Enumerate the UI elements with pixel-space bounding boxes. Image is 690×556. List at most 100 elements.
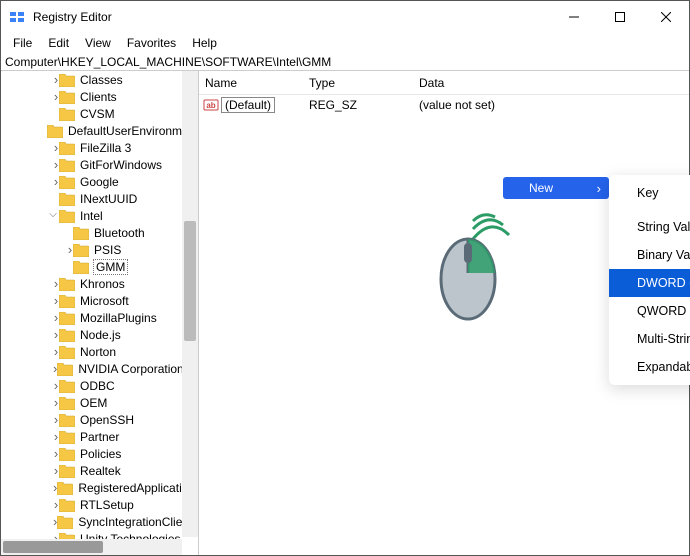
menu-item-expandstring-value[interactable]: Expandable String Value (609, 353, 690, 381)
tree-item[interactable]: RegisteredApplication (1, 479, 182, 496)
svg-text:ab: ab (206, 101, 215, 110)
column-header-name[interactable]: Name (199, 76, 303, 90)
chevron-right-icon[interactable] (47, 310, 59, 325)
address-bar[interactable]: Computer\HKEY_LOCAL_MACHINE\SOFTWARE\Int… (1, 53, 689, 71)
menu-item-binary-value[interactable]: Binary Value (609, 241, 690, 269)
close-button[interactable] (643, 1, 689, 33)
tree-item[interactable]: SyncIntegrationClient (1, 513, 182, 530)
tree-item-label: GMM (93, 259, 128, 275)
tree-item[interactable]: OpenSSH (1, 411, 182, 428)
chevron-right-icon[interactable] (47, 276, 59, 291)
menu-item-multistring-value[interactable]: Multi-String Value (609, 325, 690, 353)
tree-item[interactable]: PSIS (1, 241, 182, 258)
chevron-right-icon[interactable] (61, 242, 73, 257)
menu-file[interactable]: File (5, 34, 40, 52)
scrollbar-thumb[interactable] (3, 541, 103, 553)
window-title: Registry Editor (33, 10, 112, 24)
tree-item[interactable]: Bluetooth (1, 224, 182, 241)
value-row[interactable]: ab (Default) REG_SZ (value not set) (199, 95, 689, 115)
tree-item[interactable]: NVIDIA Corporation (1, 360, 182, 377)
column-header-type[interactable]: Type (303, 76, 413, 90)
chevron-right-icon[interactable] (47, 395, 59, 410)
menu-favorites[interactable]: Favorites (119, 34, 184, 52)
menu-item-label: New (529, 181, 553, 195)
chevron-right-icon[interactable] (47, 293, 59, 308)
folder-icon (59, 192, 75, 206)
tree-item[interactable]: FileZilla 3 (1, 139, 182, 156)
tree-item[interactable]: Google (1, 173, 182, 190)
tree-item-label: RTLSetup (79, 498, 135, 512)
tree-item[interactable]: INextUUID (1, 190, 182, 207)
menu-item-qword-value[interactable]: QWORD (64-bit) Value (609, 297, 690, 325)
tree-item[interactable]: GMM (1, 258, 182, 275)
tree-item[interactable]: ODBC (1, 377, 182, 394)
chevron-right-icon[interactable] (47, 140, 59, 155)
tree-item-label: Clients (79, 90, 118, 104)
maximize-button[interactable] (597, 1, 643, 33)
tree-item[interactable]: Clients (1, 88, 182, 105)
string-value-icon: ab (203, 97, 219, 113)
tree-item-label: Bluetooth (93, 226, 146, 240)
tree-item[interactable]: Norton (1, 343, 182, 360)
chevron-right-icon[interactable] (47, 327, 59, 342)
tree-item[interactable]: Partner (1, 428, 182, 445)
tree-item[interactable]: Intel (1, 207, 182, 224)
scrollbar-thumb[interactable] (184, 221, 196, 341)
chevron-right-icon[interactable] (47, 463, 59, 478)
tree-item[interactable]: Policies (1, 445, 182, 462)
tree-item[interactable]: Unity Technologies (1, 530, 182, 539)
chevron-right-icon[interactable] (47, 480, 57, 495)
tree-item[interactable]: DefaultUserEnvironm (1, 122, 182, 139)
tree-item-label: SyncIntegrationClient (77, 515, 182, 529)
chevron-right-icon[interactable] (47, 174, 59, 189)
tree-item[interactable]: GitForWindows (1, 156, 182, 173)
menu-item-dword-value[interactable]: DWORD (32-bit) Value (609, 269, 690, 297)
menu-edit[interactable]: Edit (40, 34, 77, 52)
horizontal-scrollbar[interactable] (1, 539, 182, 555)
chevron-right-icon[interactable] (47, 429, 59, 444)
chevron-right-icon[interactable] (47, 446, 59, 461)
folder-icon (59, 209, 75, 223)
chevron-right-icon[interactable] (47, 497, 59, 512)
tree-item-label: Khronos (79, 277, 126, 291)
folder-icon (59, 158, 75, 172)
tree-item[interactable]: Classes (1, 71, 182, 88)
menu-help[interactable]: Help (184, 34, 225, 52)
menu-item-key[interactable]: Key (609, 179, 690, 207)
folder-icon (59, 430, 75, 444)
chevron-right-icon[interactable] (47, 378, 59, 393)
chevron-right-icon[interactable] (47, 157, 59, 172)
chevron-right-icon[interactable] (47, 344, 59, 359)
tree-item[interactable]: Khronos (1, 275, 182, 292)
menu-view[interactable]: View (77, 34, 119, 52)
tree-item[interactable]: OEM (1, 394, 182, 411)
menu-item-string-value[interactable]: String Value (609, 213, 690, 241)
chevron-right-icon[interactable] (47, 412, 59, 427)
tree-item[interactable]: Microsoft (1, 292, 182, 309)
tree-item[interactable]: MozillaPlugins (1, 309, 182, 326)
menu-item-new[interactable]: New (503, 177, 609, 199)
list-header: Name Type Data (199, 71, 689, 95)
menu-item-label: String Value (637, 220, 690, 234)
chevron-right-icon[interactable] (47, 89, 59, 104)
chevron-down-icon[interactable] (47, 210, 59, 221)
tree-item-label: CVSM (79, 107, 116, 121)
tree-item-label: MozillaPlugins (79, 311, 158, 325)
chevron-right-icon[interactable] (47, 361, 57, 376)
column-header-data[interactable]: Data (413, 76, 689, 90)
window-controls (551, 1, 689, 33)
vertical-scrollbar[interactable] (182, 71, 198, 537)
folder-icon (73, 243, 89, 257)
folder-icon (59, 413, 75, 427)
minimize-button[interactable] (551, 1, 597, 33)
tree-item[interactable]: CVSM (1, 105, 182, 122)
tree-item[interactable]: RTLSetup (1, 496, 182, 513)
tree-item[interactable]: Node.js (1, 326, 182, 343)
menu-item-label: Expandable String Value (637, 360, 690, 374)
chevron-right-icon[interactable] (47, 72, 59, 87)
tree-item[interactable]: Realtek (1, 462, 182, 479)
tree-item-label: OEM (79, 396, 108, 410)
chevron-right-icon[interactable] (47, 514, 57, 529)
registry-tree[interactable]: Classes Clients CVSMDefaultUserEnvironmFil… (1, 71, 182, 539)
chevron-right-icon[interactable] (47, 531, 59, 539)
